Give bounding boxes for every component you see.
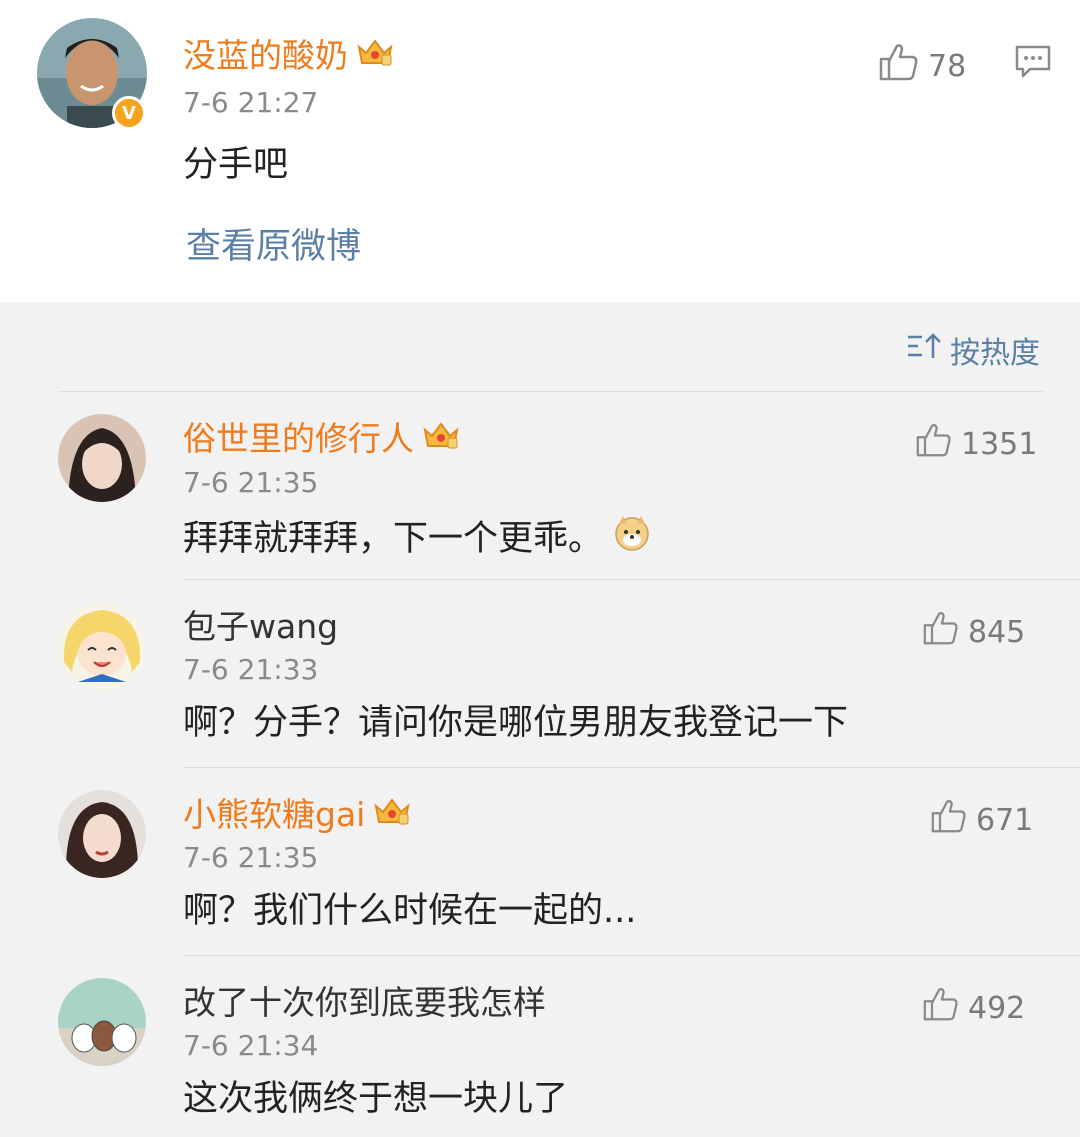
comment-text: 这次我俩终于想一块儿了 xyxy=(183,1079,569,1119)
comment-like-button[interactable]: 845 xyxy=(922,610,1025,655)
doge-emoji-icon xyxy=(613,514,651,563)
commenter-avatar[interactable] xyxy=(58,978,146,1066)
original-post-card: V 没蓝的酸奶 7-6 21:27 分手吧 查看原微博 78 xyxy=(0,0,1080,302)
comment-like-count: 845 xyxy=(968,614,1026,650)
commenter-name[interactable]: 小熊软糖gai xyxy=(183,795,411,837)
post-author-name[interactable]: 没蓝的酸奶 xyxy=(183,36,394,78)
comment-icon[interactable] xyxy=(1014,44,1052,84)
vip-crown-icon xyxy=(356,37,394,78)
comment-time: 7-6 21:34 xyxy=(183,1029,319,1062)
comment-like-button[interactable]: 492 xyxy=(922,986,1025,1031)
post-time: 7-6 21:27 xyxy=(183,86,319,119)
comment-like-button[interactable]: 1351 xyxy=(915,422,1037,467)
comment-item: 小熊软糖gai 7-6 21:35 啊？我们什么时候在一起的... 671 xyxy=(0,768,1080,956)
comment-time: 7-6 21:33 xyxy=(183,653,319,686)
comment-like-button[interactable]: 671 xyxy=(930,798,1033,843)
comment-item: 包子wang 7-6 21:33 啊？分手？请问你是哪位男朋友我登记一下 845 xyxy=(0,580,1080,768)
comment-text-wrap: 拜拜就拜拜，下一个更乖。 xyxy=(183,514,651,563)
commenter-avatar[interactable] xyxy=(58,414,146,502)
comment-time: 7-6 21:35 xyxy=(183,841,319,874)
commenter-name[interactable]: 改了十次你到底要我怎样 xyxy=(183,983,546,1023)
comment-text: 拜拜就拜拜，下一个更乖。 xyxy=(183,518,604,559)
thumbs-up-icon xyxy=(930,798,968,843)
comment-text: 啊？我们什么时候在一起的... xyxy=(183,891,637,931)
commenter-avatar[interactable] xyxy=(58,790,146,878)
comment-like-count: 1351 xyxy=(961,426,1038,462)
thumbs-up-icon xyxy=(878,42,920,91)
post-like-button[interactable]: 78 xyxy=(878,42,966,91)
comment-text: 啊？分手？请问你是哪位男朋友我登记一下 xyxy=(183,703,849,743)
comment-time: 7-6 21:35 xyxy=(183,466,319,499)
post-text: 分手吧 xyxy=(183,145,289,185)
vip-crown-icon xyxy=(373,796,411,837)
commenter-name[interactable]: 俗世里的修行人 xyxy=(183,419,460,461)
commenter-name[interactable]: 包子wang xyxy=(183,607,338,647)
comment-item: 俗世里的修行人 7-6 21:35 拜拜就拜拜，下一个更乖。 1351 xyxy=(0,392,1080,580)
comment-like-count: 671 xyxy=(976,802,1034,838)
verified-badge-icon: V xyxy=(112,96,146,130)
thumbs-up-icon xyxy=(922,610,960,655)
comment-like-count: 492 xyxy=(968,990,1026,1026)
comment-item: 改了十次你到底要我怎样 7-6 21:34 这次我俩终于想一块儿了 492 xyxy=(0,956,1080,1137)
view-original-link[interactable]: 查看原微博 xyxy=(186,225,361,269)
sort-label: 按热度 xyxy=(950,336,1040,371)
thumbs-up-icon xyxy=(922,986,960,1031)
vip-crown-icon xyxy=(422,420,460,461)
commenter-avatar[interactable] xyxy=(58,602,146,690)
thumbs-up-icon xyxy=(915,422,953,467)
sort-by-hot-button[interactable]: 按热度 xyxy=(906,328,1040,372)
sort-icon xyxy=(906,331,942,369)
post-like-count: 78 xyxy=(928,48,967,84)
